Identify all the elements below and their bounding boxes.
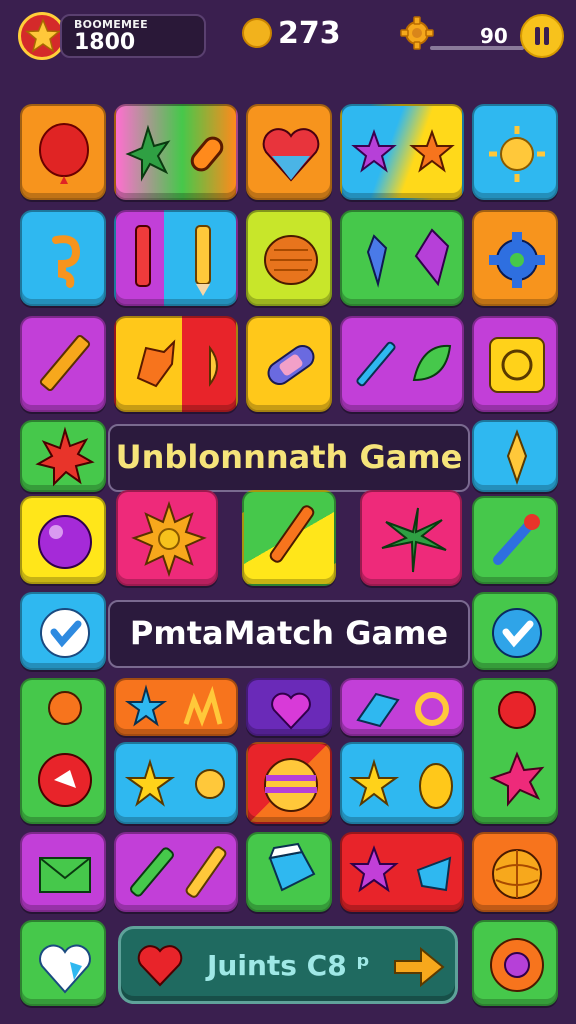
splat-icon [35, 426, 95, 487]
tile-pencils-pair[interactable] [114, 210, 238, 306]
tile-star-shape[interactable] [340, 832, 464, 912]
tile-gear[interactable] [472, 210, 558, 306]
tile-donut[interactable] [472, 920, 558, 1006]
coin-icon [242, 18, 272, 48]
tile-yarn[interactable] [472, 832, 558, 912]
check-icon [40, 608, 90, 658]
banner-top: Unblonnnath Game [108, 424, 470, 492]
pencil-icon [39, 334, 91, 392]
banner-middle: PmtaMatch Game [108, 600, 470, 668]
tile-coin[interactable] [472, 316, 558, 412]
score-value: 1800 [74, 30, 136, 55]
tile-plant-pair[interactable] [114, 104, 238, 200]
hook-icon [52, 235, 81, 288]
tile-heart[interactable] [246, 104, 332, 200]
star-icon [351, 129, 455, 173]
star-icon [349, 845, 452, 893]
tile-balloon[interactable] [20, 104, 106, 200]
star-icon [348, 758, 453, 809]
sun-icon [131, 500, 207, 578]
tile-ball[interactable] [20, 496, 106, 584]
balloon-icon [39, 123, 89, 184]
tile-lemon[interactable] [246, 210, 332, 306]
star-icon [124, 758, 225, 807]
bottom-action-button[interactable]: Juints C8 ᵖ [118, 926, 458, 1004]
tile-splat[interactable] [20, 420, 106, 492]
coins-value: 273 [278, 16, 341, 51]
top-hud: BOOMEMEE 1800 273 90 [0, 0, 576, 78]
tile-hook[interactable] [20, 210, 106, 306]
star-icon [18, 12, 66, 60]
tile-star-egg[interactable] [340, 742, 464, 824]
tile-tools-pair[interactable] [340, 316, 464, 412]
bandage-icon [267, 344, 315, 386]
pause-button[interactable] [520, 14, 564, 58]
tile-stars-pair-2[interactable] [114, 742, 238, 824]
tile-check-left[interactable] [20, 592, 106, 670]
gem-icon [366, 228, 450, 288]
heart-icon [271, 692, 311, 730]
lemon-icon [264, 235, 318, 285]
ball-icon [38, 515, 92, 569]
tile-envelope[interactable] [20, 832, 106, 912]
banner-top-text: Unblonnnath Game [115, 438, 463, 476]
gear-icon[interactable] [400, 16, 434, 54]
envelope-icon [39, 857, 91, 893]
tile-leaf-pair[interactable] [114, 316, 238, 412]
tile-check-right[interactable] [472, 592, 558, 670]
arrow-right-icon [394, 946, 445, 988]
pause-icon [535, 27, 540, 45]
ring-icon [356, 692, 449, 728]
spoon-icon [493, 514, 540, 565]
arrow-icon [506, 429, 528, 486]
tile-cube[interactable] [246, 832, 332, 912]
heart-icon [262, 128, 320, 182]
apple-icon [38, 691, 92, 807]
tile-stars-pair[interactable] [340, 104, 464, 200]
yarn-icon [492, 849, 542, 899]
pencil-icon [130, 846, 227, 898]
moves-bar [430, 46, 524, 50]
coin-icon [489, 337, 545, 393]
tile-brush[interactable] [242, 490, 336, 586]
leaf-icon [136, 339, 218, 388]
gear-icon [489, 232, 545, 288]
check-icon [492, 608, 542, 658]
star-icon [124, 684, 223, 727]
ball-icon [264, 758, 318, 812]
tile-arrow[interactable] [472, 420, 558, 492]
palm-icon [381, 507, 447, 573]
moves-value: 90 [480, 24, 508, 48]
tile-spoon[interactable] [472, 496, 558, 584]
tile-sun[interactable] [472, 104, 558, 200]
sun-icon [489, 126, 545, 182]
tile-sunflower[interactable] [116, 490, 218, 586]
tile-heart-small[interactable] [246, 678, 332, 736]
tile-tomato-star[interactable] [472, 678, 558, 824]
tile-pencil[interactable] [20, 316, 106, 412]
tile-bandage[interactable] [246, 316, 332, 412]
heart-icon [39, 944, 91, 994]
tile-star-chart[interactable] [114, 678, 238, 736]
brush-icon [269, 505, 315, 563]
pencil-icon [135, 225, 211, 296]
tile-gems-pair[interactable] [340, 210, 464, 306]
score-panel: BOOMEMEE 1800 [60, 14, 206, 58]
heart-icon [137, 945, 183, 987]
cube-icon [268, 842, 316, 892]
tomato-icon [489, 691, 545, 807]
tile-pens-pair[interactable] [114, 832, 238, 912]
leaf-icon [356, 341, 452, 387]
tile-palm[interactable] [360, 490, 462, 586]
pause-icon [544, 27, 549, 45]
plant-icon [125, 124, 224, 182]
banner-middle-text: PmtaMatch Game [129, 614, 449, 652]
tile-heart-bottom[interactable] [20, 920, 106, 1006]
bottom-action-label: Juints C8 ᵖ [207, 949, 370, 982]
tile-ring[interactable] [340, 678, 464, 736]
tile-striped-ball[interactable] [246, 742, 332, 824]
donut-icon [490, 938, 544, 992]
tile-flower-apple[interactable] [20, 678, 106, 824]
